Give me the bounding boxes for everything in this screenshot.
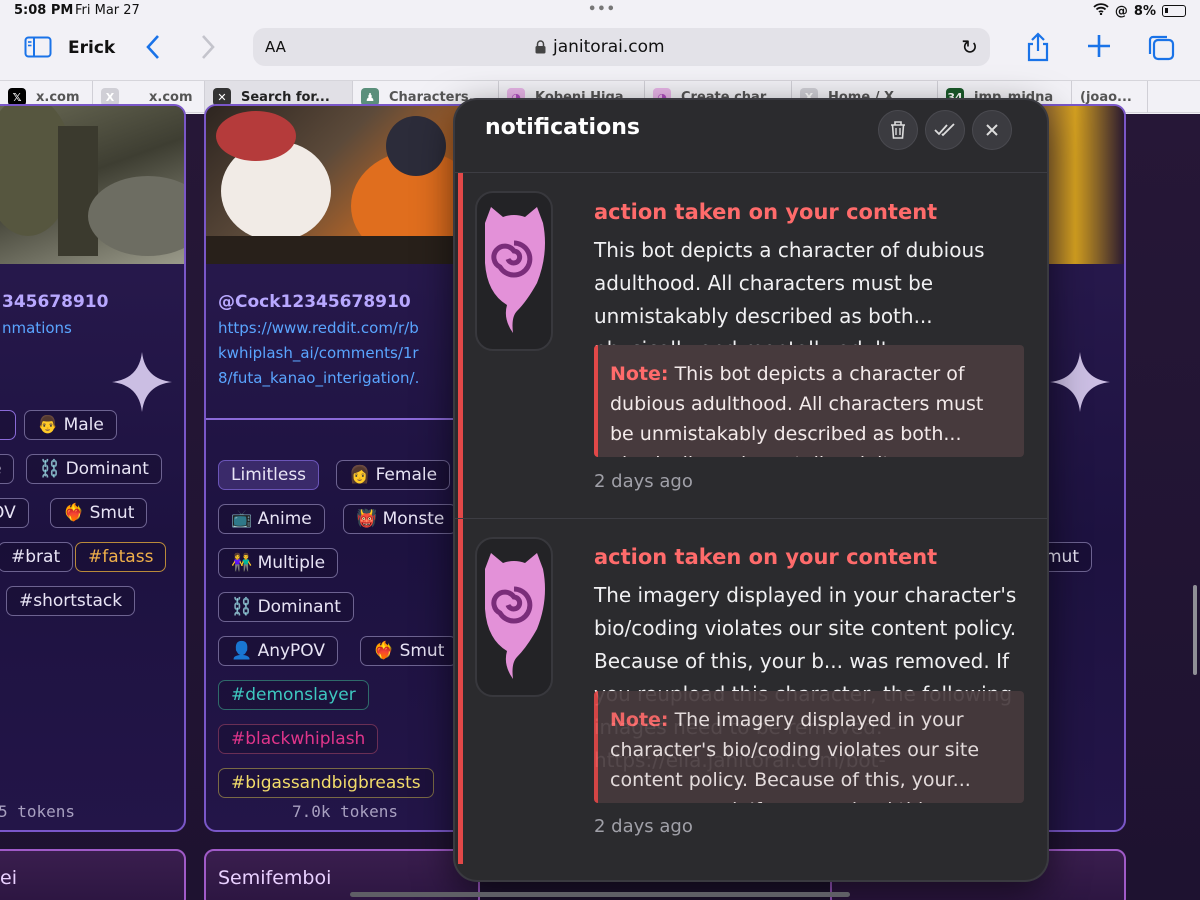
tab-label: Search for... — [241, 89, 330, 105]
battery-percent: 8% — [1133, 3, 1156, 19]
alert-bar — [458, 173, 463, 518]
tag-smut[interactable]: ❤️‍🔥 Smut — [360, 636, 458, 666]
tag-blackwhiplash[interactable]: #blackwhiplash — [218, 724, 379, 754]
janitor-cat-icon — [485, 207, 545, 333]
site-logo-avatar — [475, 537, 553, 697]
tag-pov[interactable]: OV — [0, 498, 29, 528]
link-line-2[interactable]: kwhiplash_ai/comments/1r — [218, 341, 419, 366]
site-logo-avatar — [475, 191, 553, 351]
share-icon[interactable] — [1026, 32, 1050, 66]
token-count: 5 tokens — [0, 802, 76, 821]
tag-female[interactable]: 👩 Female — [336, 460, 451, 490]
url-text: janitorai.com — [553, 37, 665, 57]
battery-icon — [1162, 5, 1186, 17]
note-label: Note: — [610, 709, 669, 731]
notifications-panel[interactable]: notifications action taken on your conte… — [455, 100, 1047, 880]
tag-demonslayer[interactable]: #demonslayer — [218, 680, 369, 710]
mark-all-read-icon[interactable] — [925, 110, 965, 150]
back-icon[interactable] — [145, 34, 161, 64]
note-label: Note: — [610, 363, 669, 385]
new-tab-icon[interactable] — [1086, 33, 1112, 63]
character-card-left[interactable]: 345678910 nmations 👨 Male e ⛓️ Dominant … — [0, 104, 186, 832]
location-icon: @ — [1114, 3, 1128, 19]
tag-limitless[interactable]: Limitless — [218, 460, 320, 490]
sparkle-icon — [1050, 352, 1110, 412]
notification-time: 2 days ago — [594, 471, 693, 492]
status-date: Fri Mar 27 — [75, 3, 140, 18]
tab-label: x.com — [36, 89, 80, 105]
notification-item[interactable]: action taken on your content This bot de… — [455, 173, 1047, 518]
status-bar: 5:08 PM Fri Mar 27 ••• @ 8% — [0, 0, 1200, 24]
tab-label: (joao... — [1080, 89, 1132, 105]
text-size-button[interactable]: AA — [265, 38, 286, 56]
notification-note: Note: The imagery displayed in your char… — [594, 691, 1024, 803]
tag-smut[interactable]: ❤️‍🔥 Smut — [50, 498, 148, 528]
link-line-1[interactable]: https://www.reddit.com/r/b — [218, 316, 419, 341]
profile-name[interactable]: Erick — [68, 38, 115, 58]
tag-bigass[interactable]: #bigassandbigbreasts — [218, 768, 434, 798]
forward-icon[interactable] — [200, 34, 216, 64]
link-line-3[interactable]: 8/futa_kanao_interigation/. — [218, 366, 419, 391]
tag-monster[interactable]: 👹 Monste — [343, 504, 458, 534]
bottom-card-title: ei — [0, 867, 17, 889]
janitor-cat-icon — [485, 553, 545, 679]
divider — [206, 418, 478, 420]
reload-icon[interactable]: ↻ — [961, 35, 978, 59]
bottom-card-left[interactable]: ei — [0, 849, 186, 900]
token-count: 7.0k tokens — [292, 802, 398, 821]
bottom-card-title: Semifemboi — [218, 867, 332, 889]
tag-e[interactable]: e — [0, 454, 15, 484]
tag-dominant[interactable]: ⛓️ Dominant — [26, 454, 162, 484]
tag-fatass[interactable]: #fatass — [75, 542, 167, 572]
lock-icon — [535, 39, 546, 54]
status-time: 5:08 PM — [14, 3, 74, 18]
creator-handle[interactable]: @Cock12345678910 — [218, 292, 411, 312]
sparkle-icon — [112, 352, 172, 412]
notification-item[interactable]: action taken on your content The imagery… — [455, 519, 1047, 864]
close-icon[interactable] — [972, 110, 1012, 150]
tag-multiple[interactable]: 👫 Multiple — [218, 548, 339, 578]
notification-note: Note: This bot depicts a character of du… — [594, 345, 1024, 457]
notifications-title: notifications — [485, 115, 640, 140]
multitask-dots-icon[interactable]: ••• — [588, 2, 616, 17]
status-right: @ 8% — [1093, 3, 1186, 19]
notification-time: 2 days ago — [594, 816, 693, 837]
tag-anypov[interactable]: 👤 AnyPOV — [218, 636, 338, 666]
trash-icon[interactable] — [878, 110, 918, 150]
browser-chrome: 5:08 PM Fri Mar 27 ••• @ 8% Erick AA jan… — [0, 0, 1200, 114]
character-card-middle[interactable]: @Cock12345678910 https://www.reddit.com/… — [204, 104, 480, 832]
character-image — [206, 106, 478, 264]
character-image — [0, 106, 184, 264]
browser-toolbar: Erick AA janitorai.com ↻ — [0, 24, 1200, 74]
tab-label: x.com — [149, 89, 193, 105]
address-bar[interactable]: AA janitorai.com ↻ — [253, 28, 990, 66]
creator-handle[interactable]: 345678910 — [2, 292, 108, 312]
notification-heading: action taken on your content — [594, 545, 938, 569]
sidebar-icon[interactable] — [24, 36, 52, 62]
vertical-scrollbar[interactable] — [1193, 585, 1197, 675]
tag-anime[interactable]: 📺 Anime — [218, 504, 325, 534]
tab-overview-icon[interactable] — [1147, 33, 1175, 65]
wifi-icon — [1093, 3, 1109, 19]
card-description[interactable]: nmations — [2, 316, 72, 341]
tag-male[interactable]: 👨 Male — [24, 410, 117, 440]
alert-bar — [458, 519, 463, 864]
tag-brat[interactable]: #brat — [0, 542, 74, 572]
notification-heading: action taken on your content — [594, 200, 938, 224]
tag-partial[interactable] — [0, 410, 16, 440]
tag-shortstack[interactable]: #shortstack — [6, 586, 136, 616]
horizontal-scroll-indicator[interactable] — [350, 892, 850, 897]
tag-dominant[interactable]: ⛓️ Dominant — [218, 592, 354, 622]
